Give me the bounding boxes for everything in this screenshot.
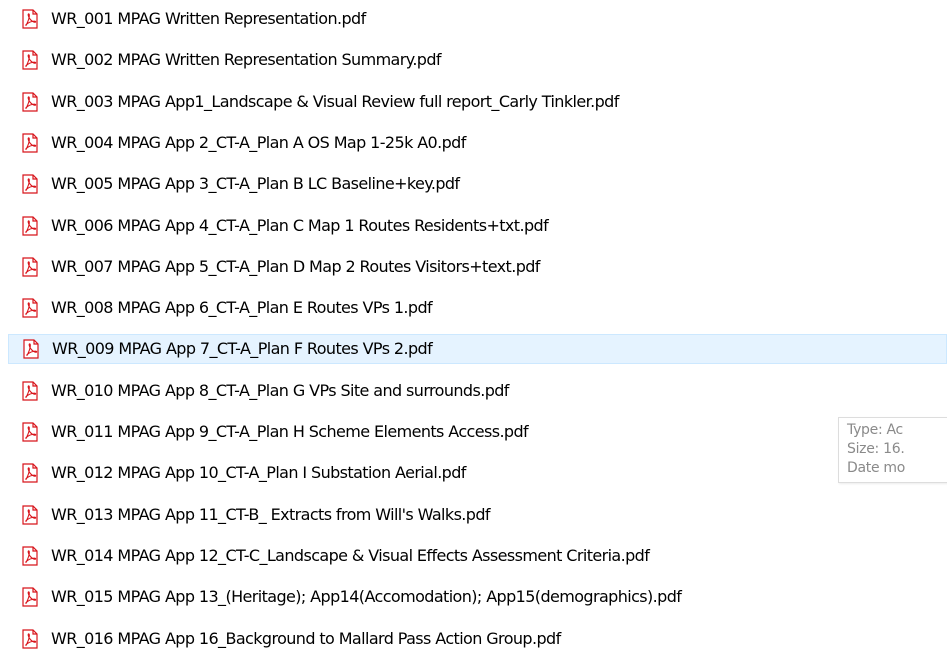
pdf-icon bbox=[22, 174, 38, 194]
pdf-icon bbox=[22, 505, 38, 525]
file-row[interactable]: WR_008 MPAG App 6_CT-A_Plan E Routes VPs… bbox=[8, 293, 938, 323]
file-row[interactable]: WR_001 MPAG Written Representation.pdf bbox=[8, 4, 938, 34]
pdf-icon bbox=[22, 298, 38, 318]
file-row[interactable]: WR_014 MPAG App 12_CT-C_Landscape & Visu… bbox=[8, 541, 938, 571]
file-name: WR_013 MPAG App 11_CT-B_ Extracts from W… bbox=[51, 505, 491, 524]
pdf-icon bbox=[22, 216, 38, 236]
file-row[interactable]: WR_010 MPAG App 8_CT-A_Plan G VPs Site a… bbox=[8, 376, 938, 406]
file-row[interactable]: WR_002 MPAG Written Representation Summa… bbox=[8, 45, 938, 75]
file-name: WR_004 MPAG App 2_CT-A_Plan A OS Map 1-2… bbox=[51, 133, 466, 152]
file-row[interactable]: WR_013 MPAG App 11_CT-B_ Extracts from W… bbox=[8, 500, 938, 530]
tooltip-type: Type: Ac bbox=[847, 422, 903, 438]
pdf-icon bbox=[22, 92, 38, 112]
file-name: WR_008 MPAG App 6_CT-A_Plan E Routes VPs… bbox=[51, 298, 433, 317]
file-row[interactable]: WR_012 MPAG App 10_CT-A_Plan I Substatio… bbox=[8, 458, 938, 488]
file-name: WR_010 MPAG App 8_CT-A_Plan G VPs Site a… bbox=[51, 381, 509, 400]
file-name: WR_007 MPAG App 5_CT-A_Plan D Map 2 Rout… bbox=[51, 257, 540, 276]
file-name: WR_015 MPAG App 13_(Heritage); App14(Acc… bbox=[51, 587, 682, 606]
tooltip-date-modified: Date mo bbox=[847, 460, 906, 476]
file-row[interactable]: WR_011 MPAG App 9_CT-A_Plan H Scheme Ele… bbox=[8, 417, 938, 447]
file-row[interactable]: WR_006 MPAG App 4_CT-A_Plan C Map 1 Rout… bbox=[8, 211, 938, 241]
file-row[interactable]: WR_003 MPAG App1_Landscape & Visual Revi… bbox=[8, 87, 938, 117]
pdf-icon bbox=[22, 546, 38, 566]
file-tooltip: Type: Ac Size: 16. Date mo bbox=[838, 417, 947, 483]
file-name: WR_003 MPAG App1_Landscape & Visual Revi… bbox=[51, 92, 619, 111]
file-row[interactable]: WR_007 MPAG App 5_CT-A_Plan D Map 2 Rout… bbox=[8, 252, 938, 282]
pdf-icon bbox=[22, 50, 38, 70]
file-name: WR_005 MPAG App 3_CT-A_Plan B LC Baselin… bbox=[51, 174, 460, 193]
pdf-icon bbox=[22, 422, 38, 442]
file-name: WR_009 MPAG App 7_CT-A_Plan F Routes VPs… bbox=[52, 339, 433, 358]
file-name: WR_014 MPAG App 12_CT-C_Landscape & Visu… bbox=[51, 546, 650, 565]
pdf-icon bbox=[22, 257, 38, 277]
file-name: WR_011 MPAG App 9_CT-A_Plan H Scheme Ele… bbox=[51, 422, 529, 441]
file-row[interactable]: WR_016 MPAG App 16_Background to Mallard… bbox=[8, 624, 938, 654]
pdf-icon bbox=[22, 133, 38, 153]
file-name: WR_002 MPAG Written Representation Summa… bbox=[51, 50, 442, 69]
file-name: WR_016 MPAG App 16_Background to Mallard… bbox=[51, 629, 561, 648]
tooltip-size: Size: 16. bbox=[847, 441, 905, 457]
pdf-icon bbox=[22, 629, 38, 649]
file-row[interactable]: WR_004 MPAG App 2_CT-A_Plan A OS Map 1-2… bbox=[8, 128, 938, 158]
file-name: WR_012 MPAG App 10_CT-A_Plan I Substatio… bbox=[51, 463, 466, 482]
file-row[interactable]: WR_009 MPAG App 7_CT-A_Plan F Routes VPs… bbox=[8, 334, 947, 364]
pdf-icon bbox=[22, 463, 38, 483]
pdf-icon bbox=[22, 587, 38, 607]
pdf-icon bbox=[22, 9, 38, 29]
file-row[interactable]: WR_005 MPAG App 3_CT-A_Plan B LC Baselin… bbox=[8, 169, 938, 199]
pdf-icon bbox=[22, 381, 38, 401]
file-name: WR_006 MPAG App 4_CT-A_Plan C Map 1 Rout… bbox=[51, 216, 549, 235]
file-row[interactable]: WR_015 MPAG App 13_(Heritage); App14(Acc… bbox=[8, 582, 938, 612]
file-name: WR_001 MPAG Written Representation.pdf bbox=[51, 9, 366, 28]
pdf-icon bbox=[23, 339, 39, 359]
file-list: WR_001 MPAG Written Representation.pdf WR… bbox=[0, 0, 947, 668]
